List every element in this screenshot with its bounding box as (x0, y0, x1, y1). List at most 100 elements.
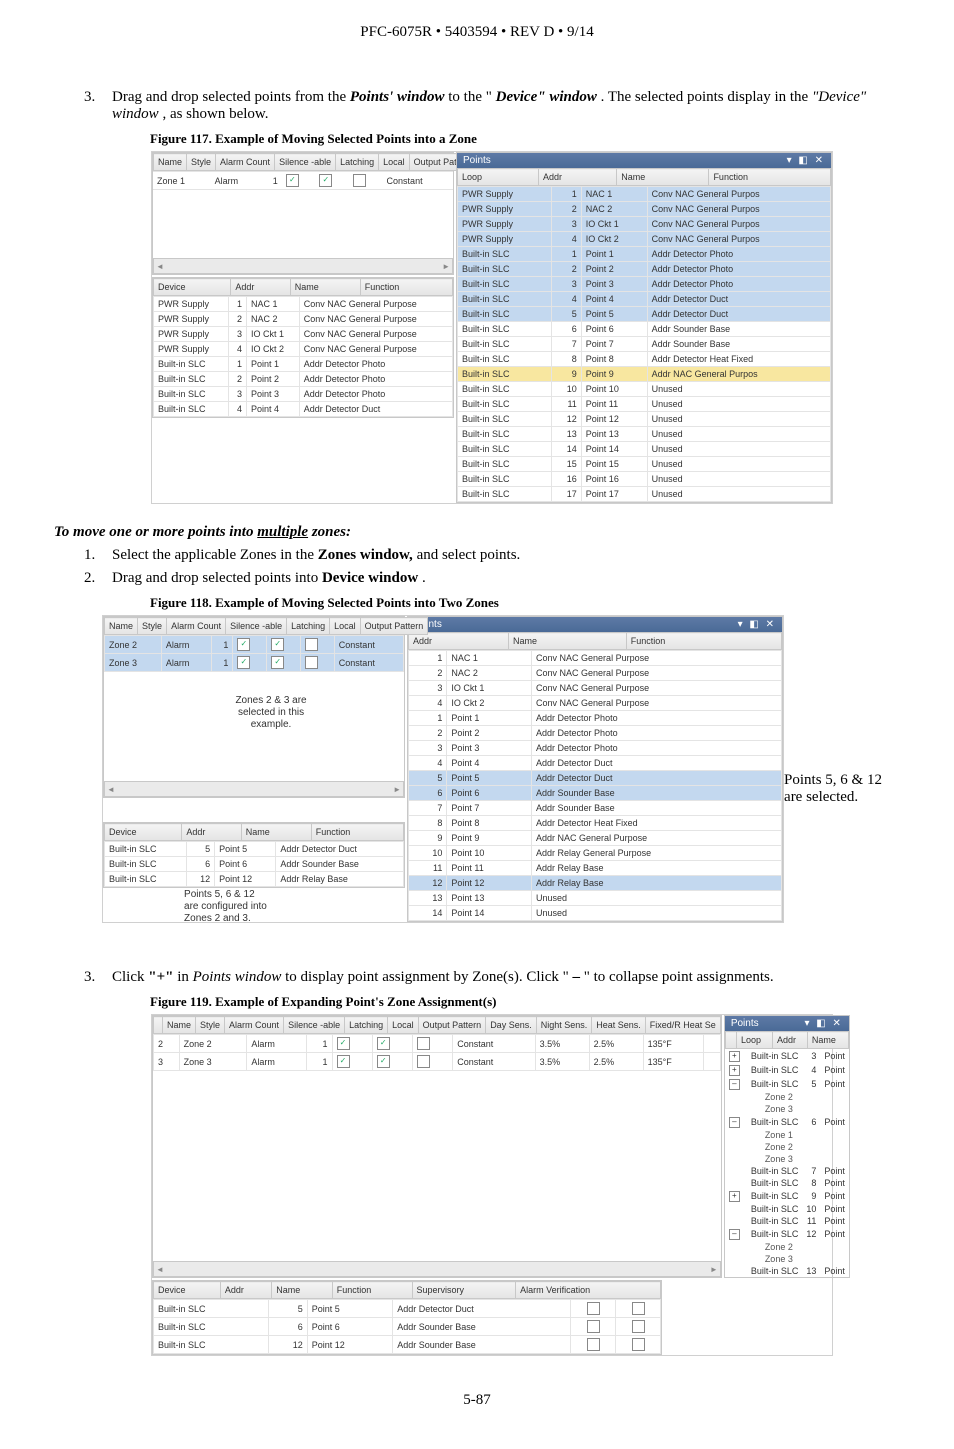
col-header[interactable]: Style (138, 618, 167, 635)
checkbox-icon[interactable] (353, 174, 366, 187)
col-header[interactable] (154, 1017, 163, 1034)
col-header[interactable]: Local (330, 618, 361, 635)
col-header[interactable]: Device (105, 824, 182, 841)
col-header[interactable]: Function (360, 279, 452, 296)
t: multiple (257, 524, 308, 540)
col-header[interactable]: Loop (736, 1032, 772, 1049)
checkbox-icon[interactable] (587, 1320, 600, 1333)
col-header[interactable]: Day Sens. (486, 1017, 537, 1034)
window-buttons[interactable]: ▾ ◧ ✕ (738, 619, 776, 630)
zones-window[interactable]: NameStyleAlarm CountSilence -ableLatchin… (152, 152, 454, 275)
checkbox-icon[interactable] (417, 1055, 430, 1068)
col-header[interactable]: Addr (773, 1032, 808, 1049)
window-buttons[interactable]: ▾ ◧ ✕ (804, 1018, 842, 1029)
scrollbar[interactable]: ◄► (153, 1261, 721, 1277)
checkbox-icon[interactable] (587, 1338, 600, 1351)
checkbox-icon[interactable] (271, 638, 284, 651)
col-header[interactable]: Alarm Verification (516, 1282, 661, 1299)
checkbox-icon[interactable] (632, 1320, 645, 1333)
expander-icon[interactable]: + (729, 1051, 740, 1062)
col-header[interactable]: Silence -able (226, 618, 287, 635)
col-header[interactable]: Function (311, 824, 403, 841)
checkbox-icon[interactable] (337, 1037, 350, 1050)
points-window[interactable]: Points▾ ◧ ✕ LoopAddrNameFunction PWR Sup… (456, 152, 832, 503)
col-header[interactable]: Style (196, 1017, 225, 1034)
col-header[interactable]: Alarm Count (216, 154, 275, 171)
scrollbar[interactable]: ◄► (153, 258, 453, 274)
checkbox-icon[interactable] (305, 638, 318, 651)
expander-icon[interactable]: – (729, 1079, 740, 1090)
col-header[interactable]: Name (272, 1282, 333, 1299)
col-header[interactable]: Name (163, 1017, 196, 1034)
col-header[interactable]: Name (508, 633, 626, 650)
col-header[interactable]: Name (105, 618, 138, 635)
col-header[interactable]: Name (807, 1032, 848, 1049)
col-header[interactable]: Supervisory (412, 1282, 516, 1299)
checkbox-icon[interactable] (632, 1302, 645, 1315)
window-buttons[interactable]: ▾ ◧ ✕ (787, 155, 825, 166)
col-header[interactable]: Alarm Count (167, 618, 226, 635)
points-window[interactable]: Points▾ ◧ ✕ LoopAddrName +Built-in SLC3P… (724, 1015, 850, 1278)
col-header[interactable]: Heat Sens. (592, 1017, 646, 1034)
col-header[interactable]: Night Sens. (536, 1017, 592, 1034)
col-header[interactable]: Addr (409, 633, 509, 650)
col-header[interactable]: Device (154, 279, 231, 296)
zones-window[interactable]: NameStyleAlarm CountSilence -ableLatchin… (103, 616, 405, 798)
checkbox-icon[interactable] (237, 638, 250, 651)
expander-icon[interactable]: – (729, 1117, 740, 1128)
col-header[interactable]: Loop (458, 169, 539, 186)
device-window[interactable]: DeviceAddrNameFunction Built-in SLC5Poin… (103, 822, 405, 888)
col-header[interactable]: Alarm Count (225, 1017, 284, 1034)
col-header[interactable]: Style (187, 154, 216, 171)
col-header[interactable]: Addr (182, 824, 241, 841)
col-header[interactable]: Addr (220, 1282, 271, 1299)
checkbox-icon[interactable] (587, 1302, 600, 1315)
col-header[interactable]: Addr (231, 279, 290, 296)
subheading: To move one or more points into multiple… (54, 524, 900, 541)
checkbox-icon[interactable] (417, 1037, 430, 1050)
checkbox-icon[interactable] (377, 1055, 390, 1068)
col-header[interactable]: Silence -able (284, 1017, 345, 1034)
device-window[interactable]: DeviceAddrNameFunctionSupervisoryAlarm V… (152, 1280, 662, 1355)
checkbox-icon[interactable] (305, 656, 318, 669)
col-header[interactable]: Fixed/R Heat Se (645, 1017, 720, 1034)
col-header[interactable]: Name (290, 279, 360, 296)
col-header[interactable]: Name (617, 169, 709, 186)
col-header[interactable]: Output Pattern (418, 1017, 486, 1034)
checkbox-icon[interactable] (319, 174, 332, 187)
points-window[interactable]: Points▾ ◧ ✕ AddrNameFunction 1NAC 1Conv … (407, 616, 783, 922)
checkbox-icon[interactable] (337, 1055, 350, 1068)
step-num: 3. (84, 969, 112, 986)
col-header[interactable]: Addr (539, 169, 617, 186)
col-header[interactable]: Name (154, 154, 187, 171)
t: . The selected points display in the (601, 89, 812, 105)
scrollbar[interactable]: ◄► (104, 781, 404, 797)
expander-icon[interactable]: + (729, 1191, 740, 1202)
checkbox-icon[interactable] (271, 656, 284, 669)
t: Points' window (350, 89, 445, 105)
col-header[interactable]: Local (379, 154, 410, 171)
t: to the " (448, 89, 492, 105)
col-header[interactable]: Latching (336, 154, 379, 171)
t: Points 5, 6 & 12 (184, 889, 334, 901)
checkbox-icon[interactable] (632, 1338, 645, 1351)
col-header[interactable]: Function (332, 1282, 412, 1299)
col-header[interactable]: Local (388, 1017, 419, 1034)
col-header[interactable]: Name (241, 824, 311, 841)
col-header[interactable]: Latching (287, 618, 330, 635)
col-header[interactable]: Silence -able (275, 154, 336, 171)
col-header[interactable]: Function (709, 169, 831, 186)
checkbox-icon[interactable] (286, 174, 299, 187)
figure-119: NameStyleAlarm CountSilence -ableLatchin… (151, 1014, 833, 1356)
checkbox-icon[interactable] (237, 656, 250, 669)
device-window[interactable]: DeviceAddrNameFunction PWR Supply1NAC 1C… (152, 277, 454, 418)
col-header[interactable]: Output Pattern (360, 618, 428, 635)
t: – (572, 969, 580, 985)
zones-window[interactable]: NameStyleAlarm CountSilence -ableLatchin… (152, 1015, 722, 1278)
checkbox-icon[interactable] (377, 1037, 390, 1050)
col-header[interactable]: Function (626, 633, 781, 650)
col-header[interactable]: Device (154, 1282, 221, 1299)
col-header[interactable] (725, 1032, 736, 1049)
col-header[interactable]: Latching (345, 1017, 388, 1034)
expander-icon[interactable]: + (729, 1065, 740, 1076)
